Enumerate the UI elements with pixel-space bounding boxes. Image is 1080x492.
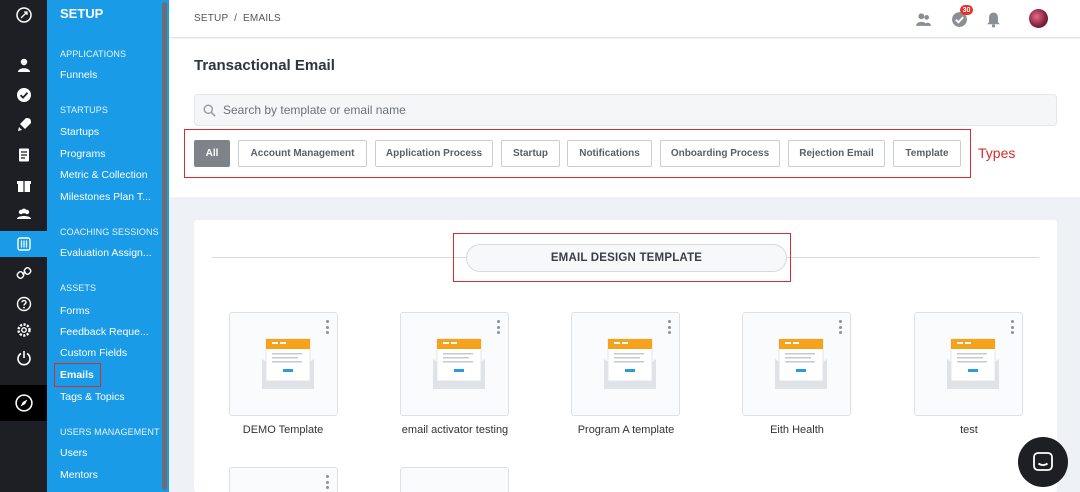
power-icon[interactable] xyxy=(0,345,47,371)
type-filter-startup[interactable]: Startup xyxy=(501,140,560,167)
bell-icon[interactable] xyxy=(983,9,1003,29)
team-icon[interactable] xyxy=(0,201,47,227)
type-filter-application-process[interactable]: Application Process xyxy=(375,140,493,167)
search-box xyxy=(194,94,1057,126)
settings-sliders-icon[interactable] xyxy=(0,231,47,257)
sidebar-item-programs[interactable]: Programs xyxy=(60,148,160,160)
email-template-icon xyxy=(947,338,999,389)
search-input[interactable] xyxy=(223,99,1043,121)
chat-icon xyxy=(1033,452,1053,471)
page-title: Transactional Email xyxy=(194,57,335,74)
sidebar-scrollbar[interactable] xyxy=(162,2,167,490)
setup-sidebar: SETUP APPLICATIONS Funnels STARTUPS Star… xyxy=(47,0,169,492)
email-template-icon xyxy=(433,338,485,389)
template-name: DEMO Template xyxy=(242,424,324,436)
more-options-icon[interactable] xyxy=(496,320,500,334)
help-icon[interactable] xyxy=(0,291,47,317)
sidebar-item-evaluation-assignments[interactable]: Evaluation Assign... xyxy=(60,247,160,259)
section-assets: ASSETS xyxy=(60,283,97,293)
compass-icon[interactable] xyxy=(0,385,47,421)
icon-rail xyxy=(0,0,47,492)
document-icon[interactable] xyxy=(0,142,47,168)
gear-icon[interactable] xyxy=(0,317,47,343)
more-options-icon[interactable] xyxy=(667,320,671,334)
sidebar-item-forms[interactable]: Forms xyxy=(60,305,160,317)
template-card[interactable] xyxy=(229,467,338,492)
type-filter-onboarding-process[interactable]: Onboarding Process xyxy=(660,140,780,167)
type-filter-all[interactable]: All xyxy=(194,140,230,167)
template-panel: EMAIL DESIGN TEMPLATE DEMO Template emai… xyxy=(194,220,1057,492)
email-template-icon xyxy=(775,338,827,389)
rocket-icon[interactable] xyxy=(0,112,47,138)
sidebar-item-milestones-plan[interactable]: Milestones Plan T... xyxy=(60,191,160,203)
template-card-demo[interactable] xyxy=(229,312,338,416)
sidebar-item-users[interactable]: Users xyxy=(60,447,160,459)
template-card-eith-health[interactable] xyxy=(742,312,851,416)
template-name: email activator testing xyxy=(401,424,509,436)
breadcrumb: SETUP / EMAILS xyxy=(194,13,281,24)
section-coaching-sessions: COACHING SESSIONS xyxy=(60,227,159,237)
type-filter-template[interactable]: Template xyxy=(893,140,961,167)
sidebar-title: SETUP xyxy=(60,6,104,21)
email-template-icon xyxy=(262,338,314,389)
search-icon xyxy=(203,104,216,117)
notification-badge: 30 xyxy=(960,5,973,15)
logo-icon[interactable] xyxy=(0,2,47,28)
template-card-program-a[interactable] xyxy=(571,312,680,416)
template-name: Eith Health xyxy=(770,424,824,436)
type-filter-rejection-email[interactable]: Rejection Email xyxy=(788,140,885,167)
section-users-management: USERS MANAGEMENT xyxy=(60,427,160,437)
sidebar-item-funnels[interactable]: Funnels xyxy=(60,69,160,81)
user-group-icon[interactable] xyxy=(913,9,933,29)
email-template-icon xyxy=(604,338,656,389)
main-header-area: Transactional Email All Account Manageme… xyxy=(169,39,1080,197)
link-icon[interactable] xyxy=(0,260,47,286)
user-icon[interactable] xyxy=(0,52,47,78)
more-options-icon[interactable] xyxy=(1010,320,1014,334)
sidebar-item-mentors[interactable]: Mentors xyxy=(60,469,160,481)
more-options-icon[interactable] xyxy=(838,320,842,334)
sidebar-item-feedback-requests[interactable]: Feedback Reque... xyxy=(60,326,160,338)
emails-highlight-box xyxy=(54,363,101,387)
more-options-icon[interactable] xyxy=(325,320,329,334)
template-card-test[interactable] xyxy=(914,312,1023,416)
template-card[interactable] xyxy=(400,467,509,492)
section-startups: STARTUPS xyxy=(60,105,108,115)
sidebar-item-startups[interactable]: Startups xyxy=(60,126,160,138)
sidebar-item-custom-fields[interactable]: Custom Fields xyxy=(60,347,160,359)
top-header: SETUP / EMAILS xyxy=(169,0,1080,38)
sidebar-item-metric-collection[interactable]: Metric & Collection xyxy=(60,169,160,181)
types-annotation: Types xyxy=(978,145,1016,161)
type-filter-account-management[interactable]: Account Management xyxy=(238,140,367,167)
sidebar-item-tags-topics[interactable]: Tags & Topics xyxy=(60,391,160,403)
template-name: Program A template xyxy=(577,424,675,436)
avatar[interactable] xyxy=(1029,9,1048,28)
template-name: test xyxy=(960,424,978,436)
gift-icon[interactable] xyxy=(0,172,47,198)
chat-widget-button[interactable] xyxy=(1018,437,1068,487)
type-filter-notifications[interactable]: Notifications xyxy=(567,140,652,167)
more-options-icon[interactable] xyxy=(325,475,329,489)
section-applications: APPLICATIONS xyxy=(60,49,127,59)
section-title-highlight-box xyxy=(453,233,791,282)
template-card-email-activator[interactable] xyxy=(400,312,509,416)
check-circle-icon[interactable] xyxy=(0,82,47,108)
